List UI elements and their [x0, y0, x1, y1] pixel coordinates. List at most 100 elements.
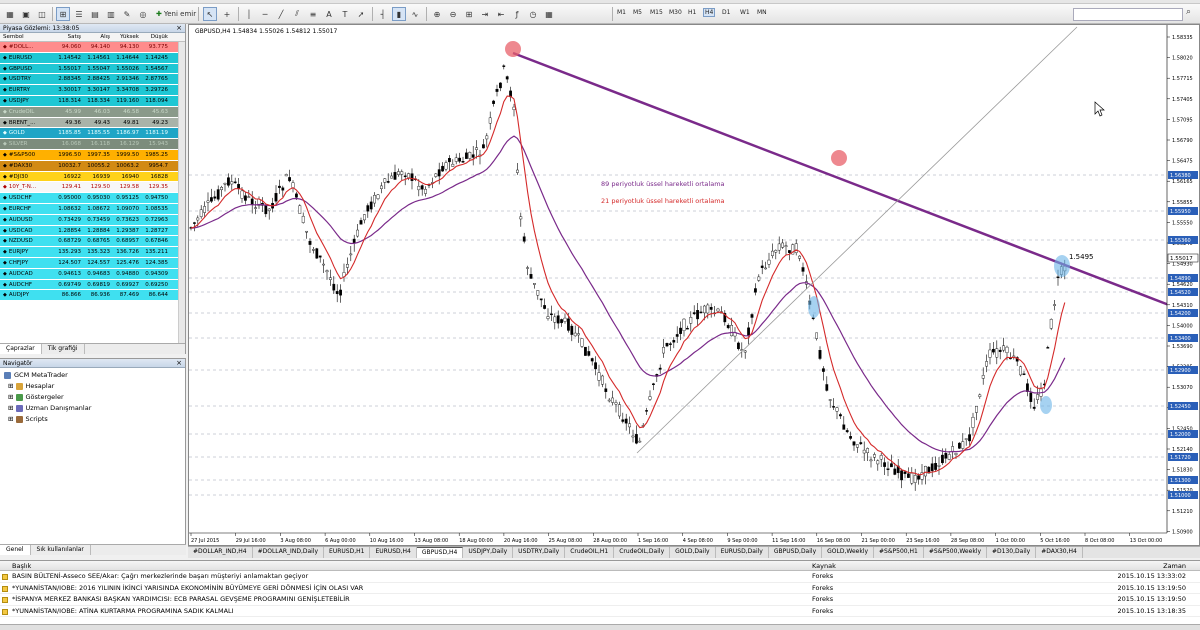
chart-tab[interactable]: GOLD,Daily: [670, 547, 716, 558]
news-row[interactable]: *YUNANİSTAN/IOBE: 2016 YILININ İKİNCİ YA…: [0, 583, 1200, 594]
tile-windows-icon[interactable]: ⊞: [462, 7, 476, 21]
chart-tab[interactable]: EURUSD,Daily: [716, 547, 769, 558]
candlestick-chart-icon[interactable]: ▮: [392, 7, 406, 21]
navigator-item-experts[interactable]: ⊞ Uzman Danışmanlar: [8, 404, 91, 412]
tf-d1[interactable]: D1: [722, 9, 730, 16]
market-watch-row[interactable]: ◆ CHFJPY 124.507 124.557 125.476 124.385: [0, 257, 185, 269]
chart-tab[interactable]: #S&P500,H1: [874, 547, 924, 558]
tf-w1[interactable]: W1: [740, 9, 750, 16]
market-watch-row[interactable]: ◆ AUDJPY 86.866 86.936 87.469 86.644: [0, 290, 185, 302]
tf-h4[interactable]: H4: [703, 8, 716, 17]
chart-tab[interactable]: #DOLLAR_IND,Daily: [253, 547, 325, 558]
news-row[interactable]: *YUNANİSTAN/IOBE: ATİNA KURTARMA PROGRAM…: [0, 606, 1200, 617]
tf-m15[interactable]: M15: [650, 9, 663, 16]
chart-tab[interactable]: CrudeOIL,H1: [565, 547, 615, 558]
chart-tab[interactable]: GBPUSD,Daily: [769, 547, 823, 558]
chart-tab[interactable]: USDTRY,Daily: [513, 547, 566, 558]
arrow-tool-icon[interactable]: ➚: [354, 7, 368, 21]
indicators-icon[interactable]: ƒ: [510, 7, 524, 21]
resistance-trendline[interactable]: [512, 51, 1170, 307]
new-order-button[interactable]: ✚ Yeni emir: [152, 7, 200, 21]
market-watch-row[interactable]: ◆ BRENT_... 49.36 49.43 49.81 49.23: [0, 117, 185, 129]
chart-tab[interactable]: #DAX30,H4: [1036, 547, 1083, 558]
chart-tab[interactable]: USDJPY,Daily: [463, 547, 514, 558]
editor-button[interactable]: ✎: [120, 7, 134, 21]
chart-tab[interactable]: EURUSD,H1: [324, 547, 371, 558]
autotrading-button[interactable]: ◎: [136, 7, 150, 21]
close-icon[interactable]: ×: [176, 24, 182, 33]
tf-m5[interactable]: M5: [633, 9, 642, 16]
market-watch-row[interactable]: ◆ SILVER 16.068 16.118 16.129 15.943: [0, 139, 185, 150]
tester-button[interactable]: ▥: [104, 7, 118, 21]
chart-tab[interactable]: GBPUSD,H4: [416, 547, 464, 558]
market-watch-row[interactable]: ◆ GOLD 1185.85 1185.55 1186.97 1181.19: [0, 128, 185, 140]
price-chart[interactable]: GBPUSD,H4 1.54834 1.55026 1.54812 1.5501…: [189, 25, 1199, 545]
market-watch-row[interactable]: ◆ EURJPY 135.293 135.323 136.726 135.211: [0, 247, 185, 258]
templates-icon[interactable]: ▦: [542, 7, 556, 21]
market-watch-button[interactable]: ⊞: [56, 7, 70, 21]
terminal-button[interactable]: ▤: [88, 7, 102, 21]
market-watch-row[interactable]: ◆ EURCHF 1.08632 1.08672 1.09070 1.08535: [0, 203, 185, 215]
market-watch-row[interactable]: ◆ AUDCAD 0.94613 0.94683 0.94880 0.94309: [0, 268, 185, 280]
market-watch-row[interactable]: ◆ EURUSD 1.14542 1.14561 1.14644 1.14245: [0, 52, 185, 64]
navigator-item-scripts[interactable]: ⊞ Scripts: [8, 415, 48, 423]
market-watch-row[interactable]: ◆ #DJI30 16922 16939 16940 16828: [0, 171, 185, 183]
tf-mn[interactable]: MN: [757, 9, 767, 16]
text-tool-icon[interactable]: A: [322, 7, 336, 21]
market-watch-row[interactable]: ◆ EURTRY 3.30017 3.30147 3.34708 3.29726: [0, 85, 185, 96]
market-watch-row[interactable]: ◆ #DOLL... 94.060 94.140 94.130 93.775: [0, 42, 185, 53]
tf-h1[interactable]: H1: [688, 9, 696, 16]
market-watch-row[interactable]: ◆ USDCHF 0.95000 0.95030 0.95125 0.94750: [0, 193, 185, 204]
news-row[interactable]: BASIN BÜLTENİ-Asseco SEE/Akar: Çağrı mer…: [0, 571, 1200, 583]
market-watch-scrollbar[interactable]: [178, 42, 185, 344]
chart-tab[interactable]: #D130,Daily: [987, 547, 1037, 558]
market-watch-row[interactable]: ◆ AUDCHF 0.69749 0.69819 0.69927 0.69250: [0, 279, 185, 291]
periods-icon[interactable]: ◷: [526, 7, 540, 21]
navigator-item-accounts[interactable]: ⊞ Hesaplar: [8, 382, 54, 390]
fibonacci-icon[interactable]: ≡: [306, 7, 320, 21]
market-watch-row[interactable]: ◆ USDJPY 118.314 118.334 119.160 118.094: [0, 95, 185, 107]
bar-chart-icon[interactable]: ┤: [376, 7, 390, 21]
chart-tab[interactable]: #DOLLAR_IND,H4: [188, 547, 253, 558]
search-icon[interactable]: ⌕: [1186, 7, 1191, 17]
tf-m30[interactable]: M30: [669, 9, 682, 16]
vertical-line-icon[interactable]: │: [242, 7, 256, 21]
search-input[interactable]: [1073, 8, 1183, 21]
market-watch-row[interactable]: ◆ GBPUSD 1.55017 1.55047 1.55026 1.54567: [0, 63, 185, 75]
label-tool-icon[interactable]: T: [338, 7, 352, 21]
horizontal-line-icon[interactable]: ─: [258, 7, 272, 21]
zoom-out-icon[interactable]: ⊖: [446, 7, 460, 21]
navigator-button[interactable]: ☰: [72, 7, 86, 21]
tab-general[interactable]: Genel: [0, 545, 31, 555]
tab-tick-chart[interactable]: Tik grafiği: [42, 344, 85, 354]
autoscroll-icon[interactable]: ⇥: [478, 7, 492, 21]
market-watch-row[interactable]: ◆ USDCAD 1.28854 1.28884 1.29387 1.28727: [0, 225, 185, 237]
chart-window[interactable]: GBPUSD,H4 1.54834 1.55026 1.54812 1.5501…: [188, 24, 1200, 546]
tab-favorites[interactable]: Sık kullanılanlar: [31, 545, 91, 555]
navigator-root[interactable]: GCM MetaTrader: [4, 371, 68, 379]
trendline-icon[interactable]: ╱: [274, 7, 288, 21]
new-chart-button[interactable]: ▦: [3, 7, 17, 21]
close-icon[interactable]: ×: [176, 359, 182, 368]
chart-tab[interactable]: CrudeOIL,Daily: [614, 547, 671, 558]
profiles-button[interactable]: ▣: [19, 7, 33, 21]
market-watch-row[interactable]: ◆ CrudeOIL 45.99 46.03 46.58 45.63: [0, 106, 185, 118]
cursor-tool-icon[interactable]: ↖: [203, 7, 217, 21]
chart-shift-icon[interactable]: ⇤: [494, 7, 508, 21]
chart-tab[interactable]: GOLD,Weekly: [822, 547, 875, 558]
market-watch-row[interactable]: ◆ #S&P500 1996.50 1997.35 1999.50 1985.25: [0, 149, 185, 161]
market-watch-row[interactable]: ◆ #DAX30 10032.7 10055.2 10063.2 9954.7: [0, 160, 185, 172]
channel-icon[interactable]: ⫽: [290, 7, 304, 21]
news-row[interactable]: *İSPANYA MERKEZ BANKASI BAŞKAN YARDIMCIS…: [0, 594, 1200, 606]
tf-m1[interactable]: M1: [617, 9, 626, 16]
chart-tab[interactable]: #S&P500,Weekly: [924, 547, 988, 558]
chart-tab[interactable]: EURUSD,H4: [370, 547, 417, 558]
tab-crosses[interactable]: Çaprazlar: [0, 344, 42, 354]
navigator-item-indicators[interactable]: ⊞ Göstergeler: [8, 393, 64, 401]
market-watch-row[interactable]: ◆ NZDUSD 0.68729 0.68765 0.68957 0.67846: [0, 236, 185, 248]
line-chart-icon[interactable]: ∿: [408, 7, 422, 21]
crosshair-tool-icon[interactable]: +: [220, 7, 234, 21]
zoom-in-icon[interactable]: ⊕: [430, 7, 444, 21]
market-watch-row[interactable]: ◆ 10Y_T-N... 129.41 129.50 129.58 129.35: [0, 182, 185, 194]
market-watch-row[interactable]: ◆ AUDUSD 0.73429 0.73459 0.73623 0.72963: [0, 214, 185, 226]
